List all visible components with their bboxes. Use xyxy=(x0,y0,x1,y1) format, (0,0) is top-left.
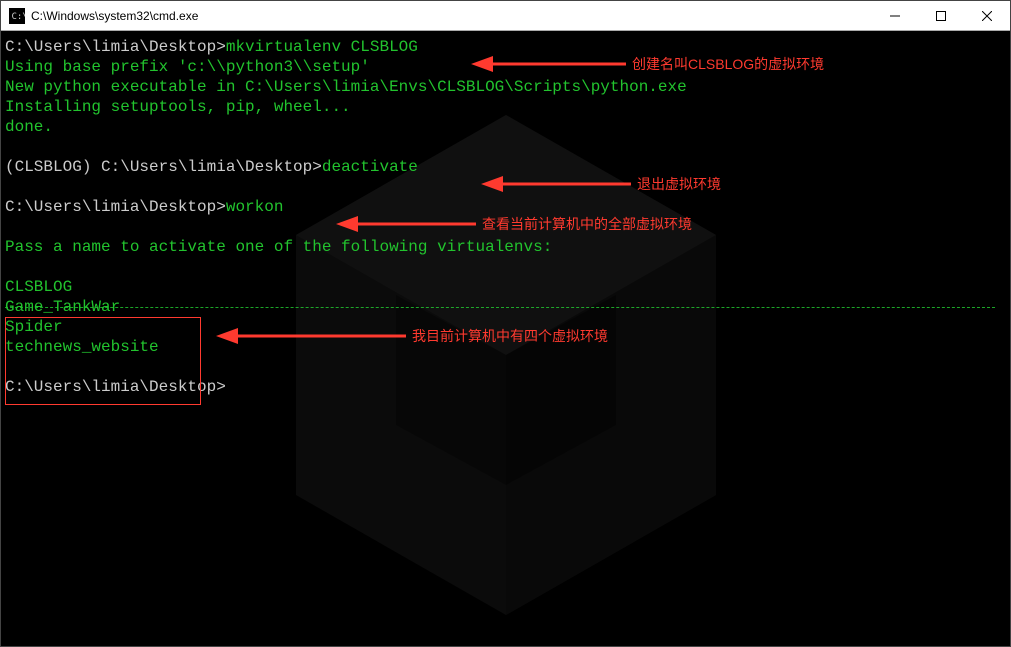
prompt-line: (CLSBLOG) C:\Users\limia\Desktop> xyxy=(5,158,322,176)
cmd-window: C:\ C:\Windows\system32\cmd.exe xyxy=(0,0,1011,647)
terminal-area[interactable]: C:\Users\limia\Desktop>mkvirtualenv CLSB… xyxy=(1,31,1010,646)
cmd-text: deactivate xyxy=(322,158,418,176)
env-item: Game_TankWar xyxy=(5,298,120,316)
prompt-line: C:\Users\limia\Desktop> xyxy=(5,38,226,56)
terminal-output: C:\Users\limia\Desktop>mkvirtualenv CLSB… xyxy=(5,37,1006,397)
prompt-line: C:\Users\limia\Desktop> xyxy=(5,198,226,216)
prompt-line: C:\Users\limia\Desktop> xyxy=(5,378,226,396)
svg-text:C:\: C:\ xyxy=(12,12,26,22)
cmd-text: mkvirtualenv CLSBLOG xyxy=(226,38,418,56)
output-line: done. xyxy=(5,118,53,136)
cmd-icon: C:\ xyxy=(9,8,25,24)
env-item: CLSBLOG xyxy=(5,278,72,296)
window-title: C:\Windows\system32\cmd.exe xyxy=(31,9,198,23)
output-line: Pass a name to activate one of the follo… xyxy=(5,238,552,256)
maximize-button[interactable] xyxy=(918,1,964,31)
output-line: Installing setuptools, pip, wheel... xyxy=(5,98,351,116)
minimize-icon xyxy=(890,11,900,21)
output-line: Using base prefix 'c:\\python3\\setup' xyxy=(5,58,370,76)
env-item: technews_website xyxy=(5,338,159,356)
minimize-button[interactable] xyxy=(872,1,918,31)
close-icon xyxy=(982,11,992,21)
close-button[interactable] xyxy=(964,1,1010,31)
maximize-icon xyxy=(936,11,946,21)
titlebar[interactable]: C:\ C:\Windows\system32\cmd.exe xyxy=(1,1,1010,31)
output-line: New python executable in C:\Users\limia\… xyxy=(5,78,687,96)
cmd-text: workon xyxy=(226,198,284,216)
env-item: Spider xyxy=(5,318,63,336)
